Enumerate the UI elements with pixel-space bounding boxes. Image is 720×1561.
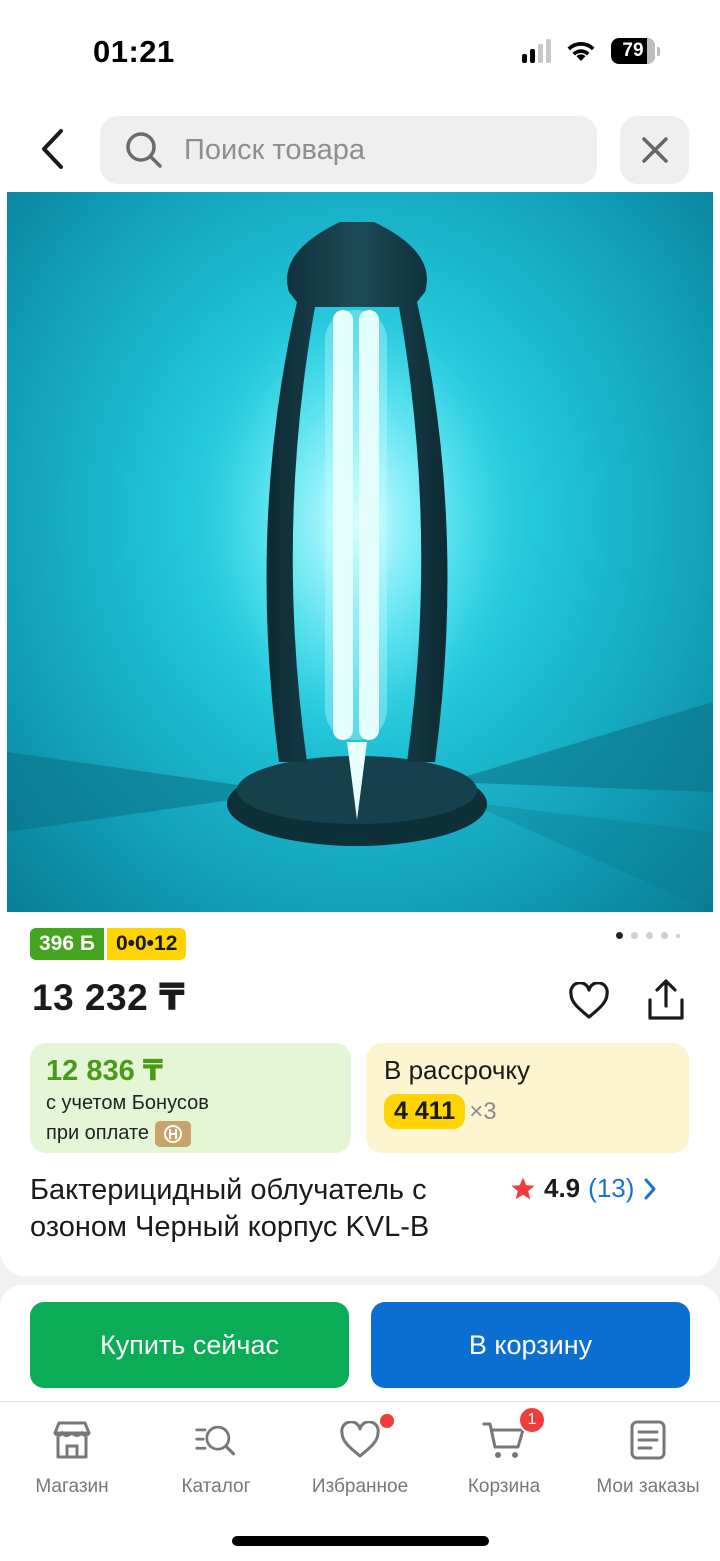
installment-amount: 4 411 [384,1094,466,1129]
star-icon [511,1177,535,1199]
add-to-cart-button[interactable]: В корзину [371,1302,690,1388]
chevron-right-icon [644,1178,656,1199]
bonus-text-line2: при оплате [46,1122,150,1144]
tab-cart[interactable]: 1 Корзина [432,1406,576,1498]
tab-orders[interactable]: Мои заказы [576,1418,720,1498]
product-image[interactable] [7,192,713,912]
product-price: 13 232 ₸ [32,977,186,1018]
uv-lamp-illustration [7,222,713,912]
header [0,100,720,192]
pagination-dot [676,933,680,938]
wifi-icon [567,41,595,61]
close-icon [641,137,668,163]
buy-now-button[interactable]: Купить сейчас [30,1302,349,1388]
back-button[interactable] [30,126,76,172]
tab-favorites[interactable]: Избранное [288,1414,432,1498]
search-input[interactable] [184,133,564,167]
cellular-signal-icon [522,39,551,63]
bonus-price: 12 836 ₸ [46,1055,163,1087]
bonus-price-box[interactable]: 12 836 ₸ с учетом Бонусов при оплате [30,1043,351,1153]
close-button[interactable] [620,116,689,184]
tab-cart-label: Корзина [467,1476,541,1497]
payment-method-icon [155,1120,192,1147]
tab-catalog[interactable]: Каталог [144,1418,288,1498]
catalog-search-icon [194,1418,238,1462]
chevron-left-icon [42,129,63,169]
orders-icon [626,1418,670,1462]
bonus-badge: 396 Б [30,928,104,960]
review-count: (13) [588,1173,635,1203]
installment-box[interactable]: В рассрочку 4 411 ×3 [366,1043,689,1153]
tab-shop-label: Магазин [35,1476,109,1497]
pagination-dot [661,932,668,939]
bottom-tab-bar: Магазин Каталог Избранное 1 Корзина Мои … [0,1401,720,1561]
battery-level: 79 [622,40,644,61]
installment-multiplier: ×3 [469,1097,497,1125]
share-icon [648,979,684,1020]
status-icons: 79 [522,38,660,64]
favorites-notification-dot [380,1414,394,1428]
share-button[interactable] [640,974,692,1026]
cart-icon: 1 [482,1406,546,1462]
search-icon [124,130,164,170]
status-time: 01:21 [93,34,175,69]
battery-icon: 79 [611,38,660,64]
cart-count-badge: 1 [518,1406,546,1434]
tab-shop[interactable]: Магазин [0,1418,144,1498]
installment-title: В рассрочку [384,1055,531,1085]
pagination-dot [646,932,653,939]
status-bar: 01:21 79 [0,0,720,100]
pagination-dot [616,932,623,939]
image-pagination-dots [616,932,680,939]
bonus-text-line1: с учетом Бонусов [46,1092,209,1114]
rating-value: 4.9 [544,1173,581,1203]
product-badges: 396 Б 0•0•12 [30,928,187,960]
installment-badge: 0•0•12 [106,928,187,960]
pagination-dot [631,932,638,939]
product-title: Бактерицидный облучатель с озоном Черный… [30,1174,430,1243]
home-indicator[interactable] [232,1536,489,1546]
heart-icon [338,1414,394,1462]
tab-catalog-label: Каталог [181,1476,251,1497]
product-rating[interactable]: 4.9 (13) [510,1173,658,1204]
purchase-actions: Купить сейчас В корзину [0,1285,720,1401]
tab-orders-label: Мои заказы [596,1476,700,1497]
product-card: 396 Б 0•0•12 13 232 ₸ 12 836 ₸ с учетом … [0,192,720,1276]
search-bar[interactable] [100,116,597,184]
shop-icon [50,1418,94,1462]
favorite-button[interactable] [564,976,614,1026]
tab-favorites-label: Избранное [311,1476,409,1497]
heart-icon [569,982,609,1019]
